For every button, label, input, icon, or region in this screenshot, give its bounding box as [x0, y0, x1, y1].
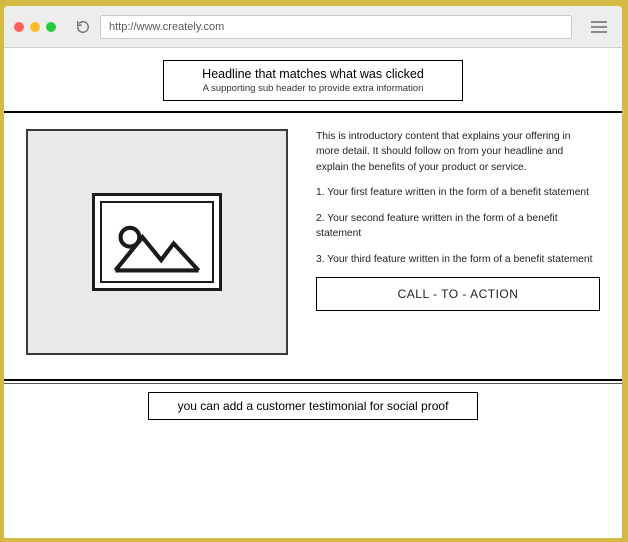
footer-divider-thick: [4, 379, 622, 381]
browser-chrome: [4, 6, 622, 48]
feature-3: 3. Your third feature written in the for…: [316, 252, 600, 267]
close-icon[interactable]: [14, 22, 24, 32]
wireframe-frame: Headline that matches what was clicked A…: [2, 4, 624, 540]
page-body: Headline that matches what was clicked A…: [4, 60, 622, 420]
address-bar[interactable]: [100, 15, 572, 39]
headline-block: Headline that matches what was clicked A…: [163, 60, 463, 101]
reload-button[interactable]: [72, 16, 94, 38]
page-headline: Headline that matches what was clicked: [172, 67, 454, 81]
minimize-icon[interactable]: [30, 22, 40, 32]
content-column: This is introductory content that explai…: [316, 129, 600, 311]
maximize-icon[interactable]: [46, 22, 56, 32]
cta-button[interactable]: CALL - TO - ACTION: [316, 277, 600, 311]
feature-1: 1. Your first feature written in the for…: [316, 185, 600, 200]
testimonial-box: you can add a customer testimonial for s…: [148, 392, 478, 420]
intro-text: This is introductory content that explai…: [316, 129, 600, 175]
footer-divider-thin: [4, 383, 622, 384]
page-subheadline: A supporting sub header to provide extra…: [172, 83, 454, 94]
hamburger-menu-icon[interactable]: [586, 21, 612, 33]
image-placeholder: [26, 129, 288, 355]
window-controls: [14, 22, 56, 32]
hero-section: This is introductory content that explai…: [4, 129, 622, 355]
feature-2: 2. Your second feature written in the fo…: [316, 211, 600, 242]
section-divider: [4, 111, 622, 113]
image-placeholder-icon: [92, 193, 222, 291]
